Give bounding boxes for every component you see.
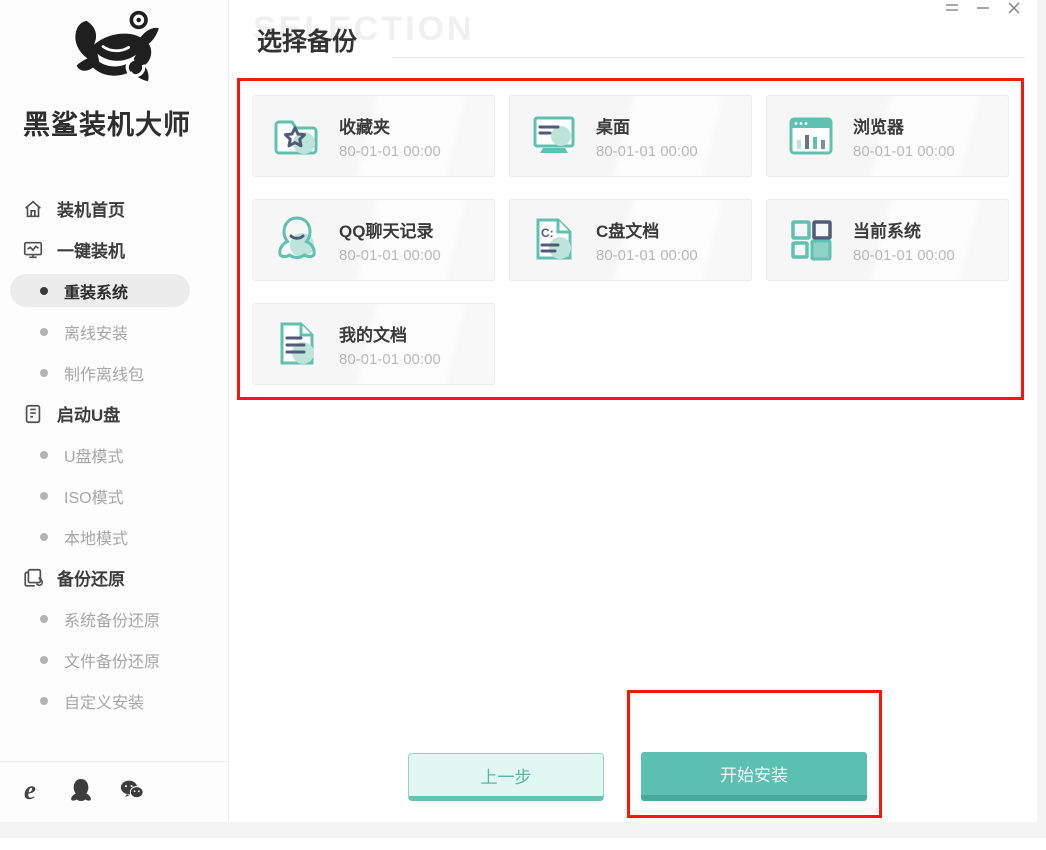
- browser-icon: [789, 117, 833, 155]
- current-system-icon: [791, 220, 832, 261]
- main-panel: SELECTION 选择备份 收藏夹 80-01-01 00:00 桌面 80-…: [229, 0, 1037, 822]
- bullet-icon: [40, 614, 48, 623]
- card-label: 浏览器: [853, 117, 904, 137]
- sidebar-item-label: 一键装机: [57, 242, 125, 261]
- annotation-rect-cards: 收藏夹 80-01-01 00:00 桌面 80-01-01 00:00 浏览器…: [237, 78, 1024, 400]
- card-date: 80-01-01 00:00: [596, 246, 698, 264]
- sidebar-item-label: 离线安装: [64, 325, 129, 343]
- page-background-right: [1037, 0, 1046, 838]
- folder-star-icon: [274, 120, 318, 155]
- previous-step-label: 上一步: [480, 767, 532, 787]
- start-install-button[interactable]: 开始安装: [641, 752, 867, 801]
- backup-cards-grid: 收藏夹 80-01-01 00:00 桌面 80-01-01 00:00 浏览器…: [252, 95, 1009, 385]
- sidebar-item-make-offline-pack[interactable]: 制作离线包: [0, 352, 228, 393]
- card-label: 收藏夹: [339, 117, 390, 137]
- shark-logo-icon: [75, 10, 159, 82]
- close-icon[interactable]: [1006, 1, 1021, 14]
- sidebar-item-local-mode[interactable]: 本地模式: [0, 516, 228, 557]
- sidebar-item-backup-restore[interactable]: 备份还原: [0, 557, 228, 598]
- sidebar-item-label: 本地模式: [64, 530, 129, 548]
- c-drive-label: C:: [541, 226, 554, 240]
- sidebar-item-iso-mode[interactable]: ISO模式: [0, 475, 228, 516]
- sidebar-footer: e: [0, 761, 228, 822]
- backup-card-desktop[interactable]: 桌面 80-01-01 00:00: [509, 95, 752, 177]
- sidebar-item-file-backup-restore[interactable]: 文件备份还原: [0, 639, 228, 680]
- backup-card-browser[interactable]: 浏览器 80-01-01 00:00: [766, 95, 1009, 177]
- card-date: 80-01-01 00:00: [853, 246, 955, 264]
- backup-restore-icon: [24, 568, 44, 587]
- sidebar-item-label: 装机首页: [57, 201, 125, 220]
- start-install-label: 开始安装: [720, 766, 788, 785]
- bullet-icon: [40, 532, 48, 541]
- window-controls: [944, 1, 1021, 14]
- sidebar-item-one-key-install[interactable]: 一键装机: [0, 229, 228, 270]
- bullet-icon: [40, 327, 48, 336]
- sidebar-item-offline-install[interactable]: 离线安装: [0, 311, 228, 352]
- page-header: SELECTION 选择备份: [253, 10, 1029, 62]
- card-date: 80-01-01 00:00: [339, 142, 441, 160]
- bullet-icon: [40, 286, 48, 295]
- my-documents-icon: [280, 322, 314, 365]
- sidebar-item-label: 重装系统: [64, 284, 129, 302]
- usb-drive-icon: [25, 404, 41, 423]
- sidebar-nav: 装机首页 一键装机 重装系统 离线安装 制作离线包 启动U盘 U盘模式 ISO模…: [0, 188, 228, 721]
- sidebar-item-system-backup-restore[interactable]: 系统备份还原: [0, 598, 228, 639]
- card-date: 80-01-01 00:00: [339, 350, 441, 368]
- app-window: 黑鲨装机大师 装机首页 一键装机 重装系统 离线安装 制作离线包 启动U盘 U盘…: [0, 0, 1037, 822]
- bullet-icon: [40, 696, 48, 705]
- logo: 黑鲨装机大师: [0, 0, 228, 142]
- page-title: 选择备份: [257, 28, 358, 56]
- desktop-icon: [533, 116, 575, 153]
- annotation-rect-start-button: 开始安装: [627, 690, 882, 818]
- backup-card-favorites[interactable]: 收藏夹 80-01-01 00:00: [252, 95, 495, 177]
- header-divider: [392, 57, 1025, 58]
- sidebar-item-label: 备份还原: [57, 570, 125, 589]
- bullet-icon: [40, 368, 48, 377]
- card-label: 当前系统: [853, 221, 921, 241]
- brand-name: 黑鲨装机大师: [23, 110, 191, 140]
- sidebar-item-label: 自定义安装: [64, 694, 145, 712]
- sidebar-item-label: U盘模式: [64, 448, 124, 466]
- card-label: 我的文档: [339, 325, 407, 345]
- sidebar-item-label: 文件备份还原: [64, 653, 161, 671]
- sidebar-item-reinstall-system[interactable]: 重装系统: [10, 274, 190, 307]
- page-background-bottom: [0, 822, 1046, 838]
- sidebar-item-usb-mode[interactable]: U盘模式: [0, 434, 228, 475]
- qq-penguin-icon: [278, 216, 316, 260]
- backup-card-current-system[interactable]: 当前系统 80-01-01 00:00: [766, 199, 1009, 281]
- sidebar-item-install-home[interactable]: 装机首页: [0, 188, 228, 229]
- sidebar-item-label: 启动U盘: [57, 406, 121, 425]
- c-drive-document-icon: C:: [536, 218, 572, 260]
- bullet-icon: [40, 491, 48, 500]
- menu-icon[interactable]: [944, 1, 959, 14]
- backup-card-c-drive-docs[interactable]: C: C盘文档 80-01-01 00:00: [509, 199, 752, 281]
- card-date: 80-01-01 00:00: [339, 246, 441, 264]
- home-icon: [25, 200, 41, 217]
- backup-card-my-documents[interactable]: 我的文档 80-01-01 00:00: [252, 303, 495, 385]
- sidebar-item-label: 系统备份还原: [64, 612, 161, 630]
- sidebar: 黑鲨装机大师 装机首页 一键装机 重装系统 离线安装 制作离线包 启动U盘 U盘…: [0, 0, 229, 822]
- card-date: 80-01-01 00:00: [853, 142, 955, 160]
- backup-card-qq-history[interactable]: QQ聊天记录 80-01-01 00:00: [252, 199, 495, 281]
- card-label: QQ聊天记录: [339, 221, 434, 241]
- bullet-icon: [40, 655, 48, 664]
- sidebar-item-boot-usb[interactable]: 启动U盘: [0, 393, 228, 434]
- qq-icon[interactable]: [69, 778, 93, 802]
- ie-icon[interactable]: e: [18, 777, 42, 804]
- minimize-icon[interactable]: [975, 1, 990, 14]
- card-date: 80-01-01 00:00: [596, 142, 698, 160]
- card-label: 桌面: [596, 117, 630, 137]
- wechat-icon[interactable]: [120, 778, 144, 802]
- sidebar-item-label: ISO模式: [64, 489, 124, 507]
- card-label: C盘文档: [596, 221, 660, 241]
- monitor-icon: [23, 241, 43, 258]
- sidebar-item-label: 制作离线包: [64, 366, 145, 384]
- sidebar-item-custom-install[interactable]: 自定义安装: [0, 680, 228, 721]
- previous-step-button[interactable]: 上一步: [408, 753, 604, 801]
- bullet-icon: [40, 450, 48, 459]
